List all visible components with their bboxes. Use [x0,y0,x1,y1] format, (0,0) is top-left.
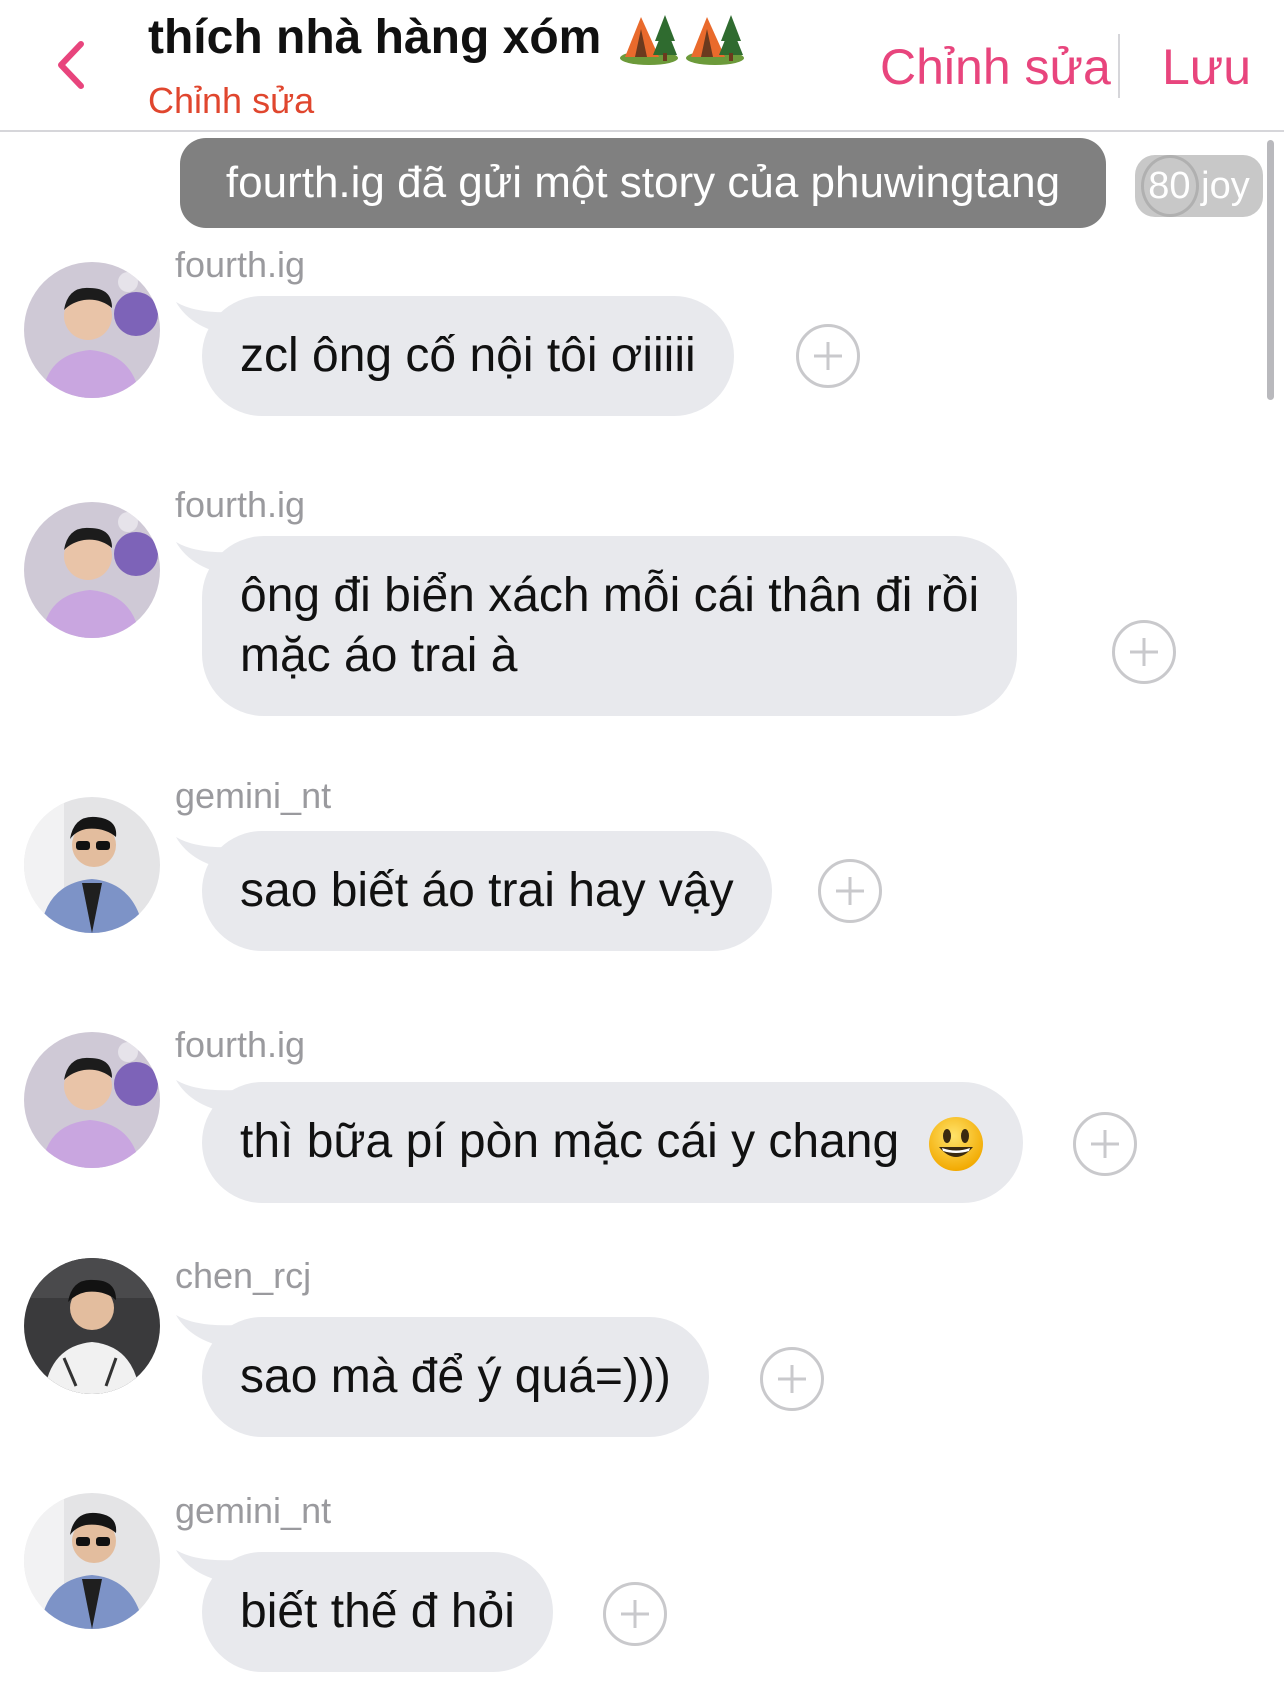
plus-icon [778,1365,806,1393]
avatar[interactable] [24,502,160,638]
add-reaction-button[interactable] [1073,1112,1137,1176]
message-bubble[interactable]: sao biết áo trai hay vậy [202,831,772,951]
message-bubble[interactable]: thì bữa pí pòn mặc cái y chang [202,1082,1023,1204]
message-bubble[interactable]: biết thế đ hỏi [202,1552,553,1672]
message-text-line: sao mà để ý quá=))) [240,1350,671,1403]
back-button[interactable] [40,30,100,100]
plus-icon [1130,638,1158,666]
add-reaction-button[interactable] [818,859,882,923]
message-bubble[interactable]: ông đi biển xách mỗi cái thân đi rồi mặc… [202,536,1018,716]
sender-name: gemini_nt [175,775,332,816]
message-text-line: ông đi biển xách mỗi cái thân đi rồi [240,569,980,622]
scrollbar[interactable] [1267,140,1274,400]
plus-icon [621,1600,649,1628]
camping-tent-icon [686,14,745,65]
sender-name: fourth.ig [175,484,306,525]
story-notice-text: fourth.ig đã gửi một story của phuwingta… [225,158,1061,207]
sender-name: fourth.ig [175,244,306,285]
joy-badge-text: 80 joy [1148,164,1250,207]
chat-header: thích nhà hàng xóm Chỉnh sửa Chỉnh sửa L… [0,0,1284,132]
story-notice[interactable]: fourth.ig đã gửi một story của phuwingta… [180,138,1106,228]
message-text-line: zcl ông cố nội tôi ơiiiii [240,329,696,382]
smiley-face-icon [928,1117,983,1172]
sender-name: fourth.ig [175,1024,306,1065]
camping-tent-icon [620,14,679,65]
save-button[interactable]: Lưu [1162,38,1251,96]
avatar[interactable] [24,262,160,398]
add-reaction-button[interactable] [796,324,860,388]
plus-icon [814,342,842,370]
joy-badge[interactable]: 80 joy [1135,155,1263,217]
add-reaction-button[interactable] [1112,620,1176,684]
avatar[interactable] [24,1493,160,1629]
chat-title: thích nhà hàng xóm [148,10,745,65]
header-divider [1118,34,1120,98]
plus-icon [836,877,864,905]
message-bubble[interactable]: zcl ông cố nội tôi ơiiiii [202,296,734,416]
add-reaction-button[interactable] [760,1347,824,1411]
message-text-line: mặc áo trai à [240,629,518,682]
avatar[interactable] [24,797,160,933]
chat-title-text: thích nhà hàng xóm [148,11,602,64]
avatar[interactable] [24,1258,160,1394]
plus-icon [1091,1130,1119,1158]
add-reaction-button[interactable] [603,1582,667,1646]
avatar[interactable] [24,1032,160,1168]
edit-button[interactable]: Chỉnh sửa [880,38,1111,96]
message-text: thì bữa pí pòn mặc cái y chang [240,1115,900,1168]
header-subtitle[interactable]: Chỉnh sửa [148,80,314,122]
message-text-line: sao biết áo trai hay vậy [240,864,734,917]
message-text-line: biết thế đ hỏi [240,1585,515,1638]
sender-name: chen_rcj [175,1255,312,1296]
message-bubble[interactable]: sao mà để ý quá=))) [202,1317,709,1437]
message-text-line: thì bữa pí pòn mặc cái y chang [240,1112,985,1173]
chevron-left-icon [58,41,84,89]
sender-name: gemini_nt [175,1490,332,1531]
